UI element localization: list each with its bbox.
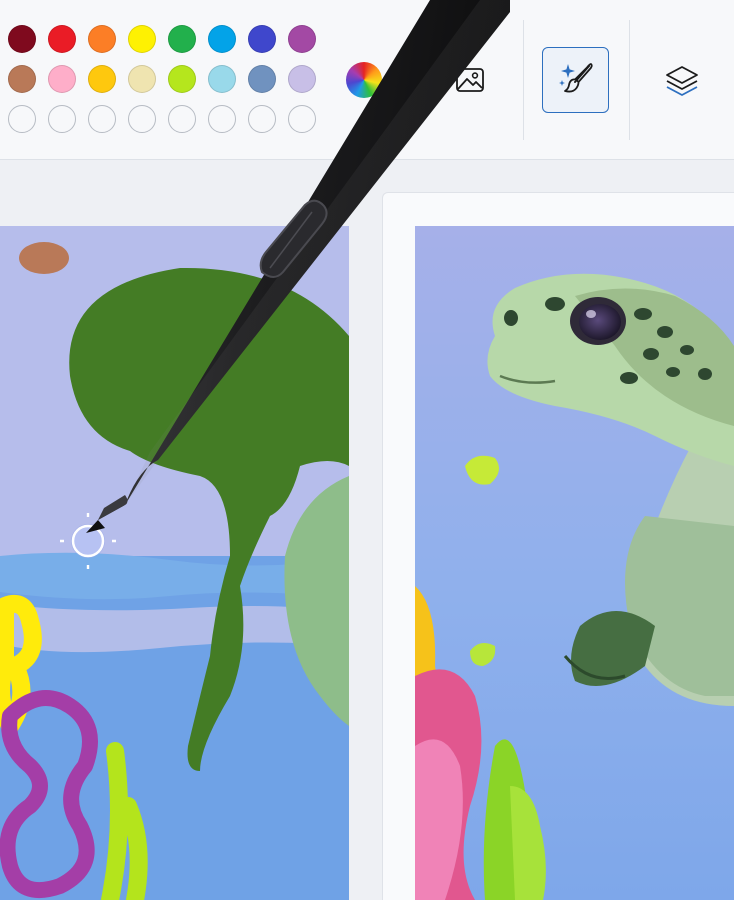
paint-app-window (0, 0, 734, 900)
stylus-pen (0, 0, 734, 900)
stylus-pen-icon (86, 0, 510, 533)
